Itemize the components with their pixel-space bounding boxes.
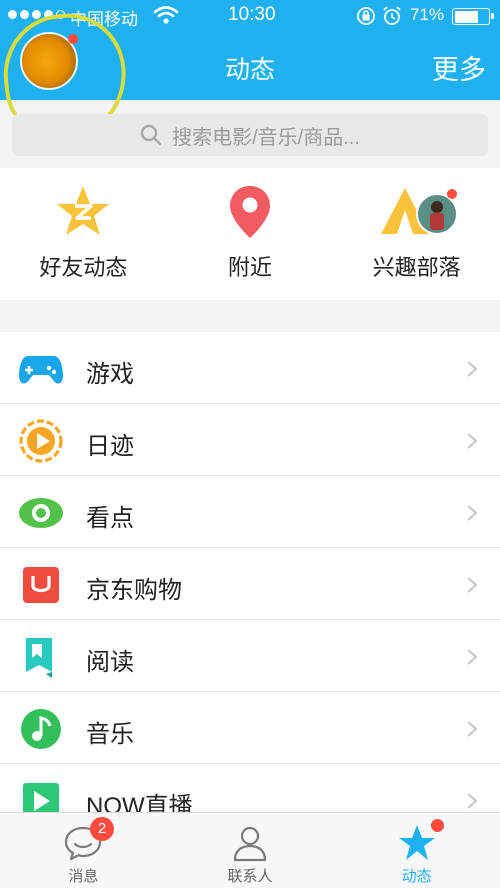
notification-dot xyxy=(431,819,445,832)
list-item-games[interactable]: 游戏 xyxy=(0,332,500,404)
tent-icon xyxy=(380,188,457,235)
chevron-right-icon xyxy=(467,577,478,593)
top-nav-bar: 中国移动 10:30 71% 动态 更多 xyxy=(0,0,500,147)
eye-icon xyxy=(19,498,63,528)
tab-label: 动态 xyxy=(401,868,432,885)
list-item-daily-trace[interactable]: 日迹 xyxy=(0,404,500,476)
music-note-icon xyxy=(21,709,61,749)
status-bar: 中国移动 10:30 71% xyxy=(0,0,500,32)
bookmark-icon xyxy=(26,638,52,678)
location-pin-icon xyxy=(230,186,270,238)
tab-messages[interactable]: 2 消息 xyxy=(0,813,167,888)
tab-contacts[interactable]: 联系人 xyxy=(167,813,334,888)
alarm-icon xyxy=(383,6,401,25)
quick-item-nearby[interactable]: 附近 xyxy=(167,168,334,300)
gamepad-icon xyxy=(19,356,63,384)
status-time: 10:30 xyxy=(228,4,276,25)
search-icon xyxy=(140,124,162,146)
chevron-right-icon xyxy=(467,433,478,449)
star-icon xyxy=(57,186,110,235)
feature-list: 游戏 日迹 看点 京东购物 阅读 音乐 NOW直播 xyxy=(0,332,500,836)
list-item-label: 看点 xyxy=(86,505,134,532)
list-item-label: 音乐 xyxy=(86,721,134,748)
search-placeholder: 搜索电影/音乐/商品... xyxy=(172,126,360,149)
list-item-jd-shopping[interactable]: 京东购物 xyxy=(0,548,500,620)
unread-badge: 2 xyxy=(90,817,114,841)
list-item-label: 京东购物 xyxy=(86,577,182,604)
chevron-right-icon xyxy=(467,721,478,737)
more-button[interactable]: 更多 xyxy=(432,48,486,87)
list-item-label: 日迹 xyxy=(86,433,134,460)
carrier-name: 中国移动 xyxy=(70,10,138,29)
quick-item-interest-tribe[interactable]: 兴趣部落 xyxy=(333,168,500,300)
signal-strength-icon xyxy=(8,10,65,19)
list-item-label: 游戏 xyxy=(86,361,134,388)
chevron-right-icon xyxy=(467,361,478,377)
chevron-right-icon xyxy=(467,793,478,809)
battery-percentage: 71% xyxy=(410,5,445,24)
battery-icon xyxy=(452,8,494,25)
tab-moments[interactable]: 动态 xyxy=(333,813,500,888)
list-item-reading[interactable]: 阅读 xyxy=(0,620,500,692)
chevron-right-icon xyxy=(467,505,478,521)
rotation-lock-icon xyxy=(357,7,375,25)
person-icon xyxy=(233,826,267,862)
quick-item-label: 附近 xyxy=(228,255,273,280)
star-icon xyxy=(398,825,435,860)
chevron-right-icon xyxy=(467,649,478,665)
bottom-tab-bar: 2 消息 联系人 动态 xyxy=(0,812,500,888)
quick-item-friends-feed[interactable]: 好友动态 xyxy=(0,168,167,300)
list-item-music[interactable]: 音乐 xyxy=(0,692,500,764)
shopping-bag-icon xyxy=(23,567,59,603)
play-circle-icon xyxy=(19,419,63,463)
quick-entries: 好友动态 附近 兴趣部落 xyxy=(0,168,500,300)
wifi-icon xyxy=(153,6,179,24)
notification-dot xyxy=(68,34,78,44)
search-input[interactable]: 搜索电影/音乐/商品... xyxy=(12,114,488,156)
list-item-kandian[interactable]: 看点 xyxy=(0,476,500,548)
tab-label: 消息 xyxy=(68,868,99,885)
page-title: 动态 xyxy=(224,56,275,84)
list-item-label: 阅读 xyxy=(86,649,134,676)
quick-item-label: 兴趣部落 xyxy=(372,255,461,280)
tab-label: 联系人 xyxy=(227,868,273,885)
quick-item-label: 好友动态 xyxy=(39,255,128,280)
